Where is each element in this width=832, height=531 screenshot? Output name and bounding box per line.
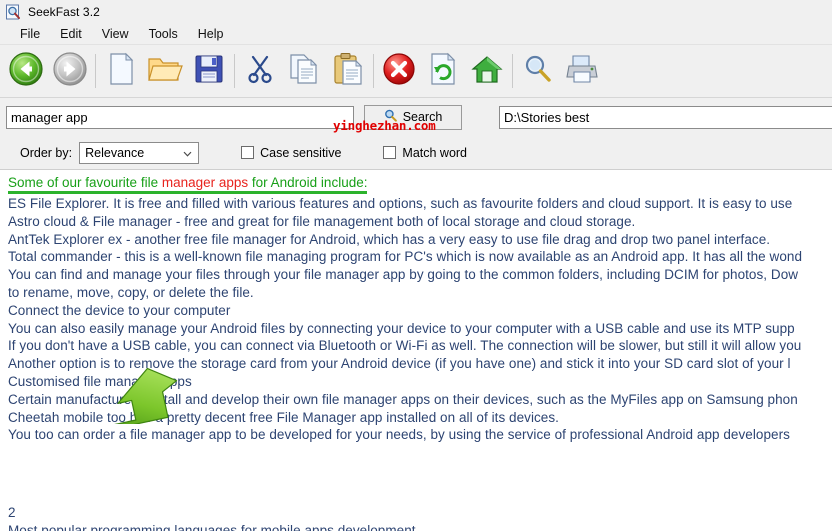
case-sensitive-label: Case sensitive bbox=[260, 145, 342, 160]
toolbar-save-button[interactable] bbox=[187, 49, 231, 93]
toolbar-open-button[interactable] bbox=[143, 49, 187, 93]
result-line: Connect the device to your computer bbox=[8, 302, 231, 318]
menu-edit[interactable]: Edit bbox=[50, 25, 92, 43]
search-magnifier-icon bbox=[522, 53, 554, 90]
result-heading-highlight: manager apps bbox=[161, 175, 249, 190]
result-spacer bbox=[8, 480, 832, 504]
result-line: If you don't have a USB cable, you can c… bbox=[8, 338, 802, 354]
forward-arrow-icon bbox=[52, 51, 88, 92]
toolbar-back-button[interactable] bbox=[4, 49, 48, 93]
result-line: You can also easily manage your Android … bbox=[8, 320, 795, 336]
match-word-box bbox=[383, 146, 397, 159]
match-word-label: Match word bbox=[402, 145, 468, 160]
search-bar: Search yinghezhan.com bbox=[0, 98, 832, 136]
order-by-select[interactable]: Relevance bbox=[79, 141, 200, 164]
order-by-label: Order by: bbox=[20, 145, 73, 160]
toolbar-delete-button[interactable] bbox=[377, 49, 421, 93]
app-icon bbox=[5, 4, 22, 21]
home-icon bbox=[470, 53, 504, 90]
delete-cross-icon bbox=[382, 52, 416, 91]
menu-view[interactable]: View bbox=[92, 25, 139, 43]
new-document-icon bbox=[105, 52, 137, 91]
menubar: File Edit View Tools Help bbox=[0, 24, 832, 45]
toolbar-new-button[interactable] bbox=[99, 49, 143, 93]
printer-icon bbox=[565, 53, 599, 90]
window-titlebar: SeekFast 3.2 bbox=[0, 0, 832, 24]
match-word-checkbox[interactable]: Match word bbox=[383, 146, 467, 160]
toolbar bbox=[0, 45, 832, 98]
search-input[interactable] bbox=[6, 105, 354, 129]
refresh-icon bbox=[427, 52, 459, 91]
scissors-icon bbox=[244, 53, 276, 90]
open-folder-icon bbox=[147, 53, 183, 90]
paste-clipboard-icon bbox=[332, 52, 364, 91]
order-by-value: Relevance bbox=[85, 145, 145, 160]
result-spacer bbox=[8, 444, 832, 462]
search-options-bar: Order by: Relevance Case sensitive Match… bbox=[0, 136, 832, 170]
result-line: Cheetah mobile too has a pretty decent f… bbox=[8, 409, 559, 425]
toolbar-paste-button[interactable] bbox=[326, 49, 370, 93]
result-line: Another option is to remove the storage … bbox=[8, 356, 791, 372]
toolbar-forward-button[interactable] bbox=[48, 49, 92, 93]
result-heading-row: Some of our favourite file manager apps … bbox=[8, 174, 832, 195]
result-line: AntTek Explorer ex - another free file m… bbox=[8, 231, 771, 247]
result-line: ES File Explorer. It is free and filled … bbox=[8, 196, 793, 211]
chevron-down-icon bbox=[183, 147, 192, 157]
result-line: You can find and manage your files throu… bbox=[8, 267, 799, 283]
result-line: You too can order a file manager app to … bbox=[8, 427, 790, 443]
window-title: SeekFast 3.2 bbox=[28, 5, 100, 19]
result-index-number: 2 bbox=[8, 504, 16, 520]
result-heading-post: for Android include: bbox=[248, 175, 368, 190]
result-title[interactable]: Most popular programming languages for m… bbox=[8, 522, 832, 531]
toolbar-refresh-button[interactable] bbox=[421, 49, 465, 93]
toolbar-separator bbox=[373, 54, 374, 88]
toolbar-separator bbox=[95, 54, 96, 88]
menu-tools[interactable]: Tools bbox=[139, 25, 188, 43]
menu-help[interactable]: Help bbox=[188, 25, 234, 43]
result-line: Astro cloud & File manager - free and gr… bbox=[8, 213, 636, 229]
menu-file[interactable]: File bbox=[10, 25, 50, 43]
toolbar-separator bbox=[234, 54, 235, 88]
case-sensitive-box bbox=[241, 146, 255, 159]
result-line: to rename, move, copy, or delete the fil… bbox=[8, 284, 254, 300]
toolbar-separator bbox=[512, 54, 513, 88]
result-heading-pre: Some of our favourite file bbox=[8, 175, 162, 190]
watermark-text: yinghezhan.com bbox=[333, 118, 436, 133]
results-panel[interactable]: Some of our favourite file manager apps … bbox=[0, 170, 832, 531]
toolbar-copy-button[interactable] bbox=[282, 49, 326, 93]
result-spacer bbox=[8, 462, 832, 480]
case-sensitive-checkbox[interactable]: Case sensitive bbox=[241, 146, 341, 160]
result-heading[interactable]: Some of our favourite file manager apps … bbox=[8, 174, 368, 194]
toolbar-home-button[interactable] bbox=[465, 49, 509, 93]
result-line: Total commander - this is a well-known f… bbox=[8, 249, 803, 265]
back-arrow-icon bbox=[8, 51, 44, 92]
copy-icon bbox=[287, 52, 321, 91]
toolbar-print-button[interactable] bbox=[560, 49, 604, 93]
save-floppy-icon bbox=[193, 53, 225, 90]
toolbar-cut-button[interactable] bbox=[238, 49, 282, 93]
toolbar-find-button[interactable] bbox=[516, 49, 560, 93]
result-line: Certain manufacturers install and develo… bbox=[8, 391, 798, 407]
search-path-input[interactable] bbox=[499, 105, 832, 129]
result-line: Customised file manager apps bbox=[8, 373, 192, 389]
